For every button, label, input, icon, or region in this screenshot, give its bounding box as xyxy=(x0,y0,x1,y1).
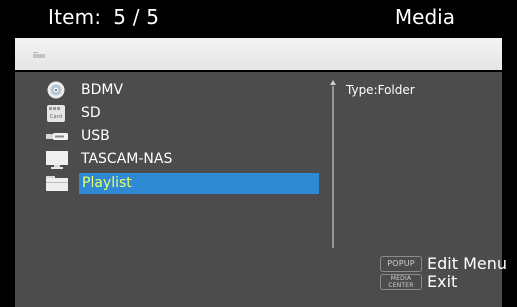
list-item-usb[interactable]: USB xyxy=(45,126,331,147)
screen-title: Media xyxy=(394,5,455,29)
media-key-line1: MEDIA xyxy=(390,275,412,282)
list-item-label: BDMV xyxy=(81,82,124,98)
popup-action-label: Edit Menu xyxy=(427,254,507,273)
item-counter: Item: 5 / 5 xyxy=(48,5,159,29)
list-item-label: TASCAM-NAS xyxy=(81,151,173,167)
item-info: Type:Folder xyxy=(346,82,415,98)
list-item-bdmv[interactable]: BDMV xyxy=(45,80,331,101)
folder-icon xyxy=(33,52,45,58)
media-center-key-icon: MEDIA CENTER xyxy=(380,274,422,290)
list-scrollbar[interactable] xyxy=(330,80,336,248)
header-bar: Item: 5 / 5 Media xyxy=(0,0,517,34)
monitor-icon xyxy=(46,151,68,169)
list-item-label: SD xyxy=(81,105,101,121)
scroll-up-icon xyxy=(330,80,336,85)
list-item-sd[interactable]: Card SD xyxy=(45,103,331,124)
item-label: Item: xyxy=(48,5,102,29)
list-item-playlist[interactable]: Playlist xyxy=(45,173,331,194)
folder-icon xyxy=(46,176,68,191)
button-guide: POPUP Edit Menu MEDIA CENTER Exit xyxy=(380,252,507,307)
item-type: Type:Folder xyxy=(346,83,415,97)
popup-key-icon: POPUP xyxy=(380,256,422,272)
sd-card-icon: Card xyxy=(47,105,65,122)
item-count: 5 / 5 xyxy=(113,5,160,29)
media-screen: Item: 5 / 5 Media BDMV Card SD USB TASCA… xyxy=(0,0,517,307)
svg-text:Card: Card xyxy=(50,114,62,120)
usb-drive-icon xyxy=(46,133,68,140)
path-bar xyxy=(15,38,502,70)
list-item-label: Playlist xyxy=(79,173,319,194)
list-item-label: USB xyxy=(81,128,110,144)
media-center-action-label: Exit xyxy=(427,272,458,291)
list-item-tascam-nas[interactable]: TASCAM-NAS xyxy=(45,149,331,170)
media-list: BDMV Card SD USB TASCAM-NAS Playlist xyxy=(15,72,320,307)
disc-icon xyxy=(47,81,65,99)
media-browser-panel: BDMV Card SD USB TASCAM-NAS Playlist Typ… xyxy=(15,72,507,307)
media-key-line2: CENTER xyxy=(388,282,414,289)
